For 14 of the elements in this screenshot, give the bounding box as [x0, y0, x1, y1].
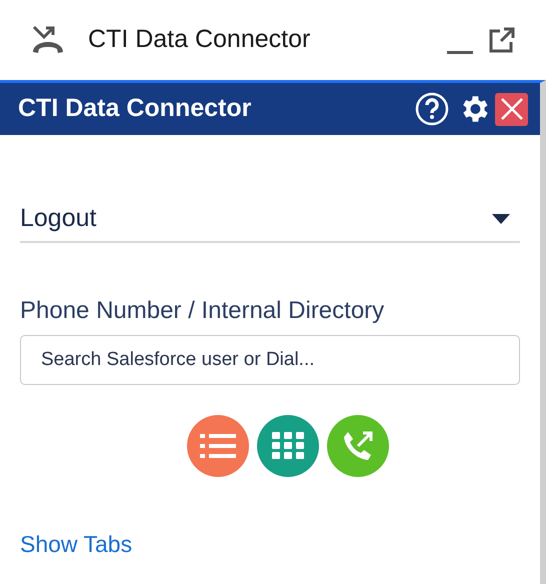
status-dropdown[interactable]: Logout	[20, 197, 520, 243]
caret-icon	[492, 214, 510, 224]
header-title: CTI Data Connector	[18, 93, 252, 124]
field-label: Phone Number / Internal Directory	[20, 296, 386, 326]
pop-out-icon[interactable]	[488, 26, 516, 54]
close-icon	[500, 97, 524, 121]
help-icon[interactable]	[415, 92, 449, 126]
window-title: CTI Data Connector	[88, 24, 310, 56]
list-icon	[200, 432, 236, 460]
show-tabs-link[interactable]: Show Tabs	[20, 527, 132, 562]
dialpad-icon	[272, 432, 304, 460]
phone-hangup-icon	[30, 24, 66, 56]
close-button[interactable]	[495, 92, 528, 126]
search-field[interactable]: Search Salesforce user or Dial...	[20, 335, 520, 385]
